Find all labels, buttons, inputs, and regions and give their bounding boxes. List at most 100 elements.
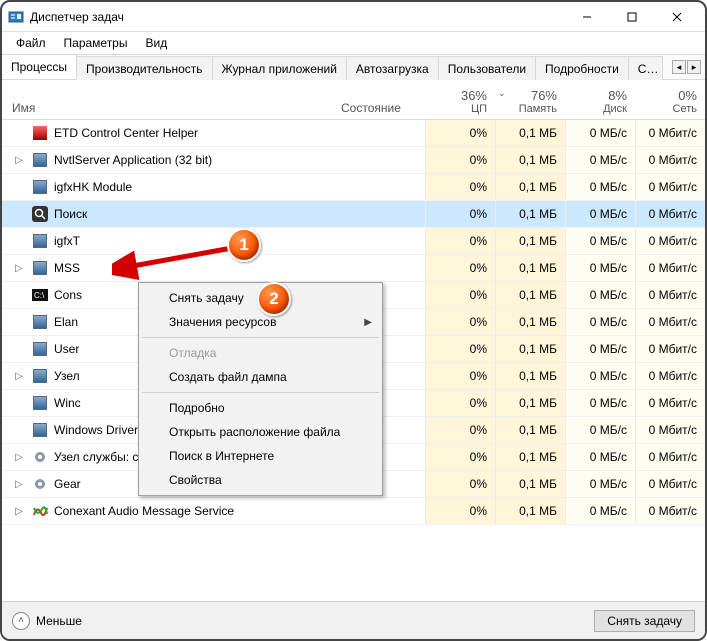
fewer-details-button[interactable]: ˄ Меньше xyxy=(12,612,82,630)
end-task-button[interactable]: Снять задачу xyxy=(594,610,695,632)
tab-startup[interactable]: Автозагрузка xyxy=(347,56,439,80)
process-name: MSS xyxy=(54,261,80,275)
disk-cell: 0 МБ/с xyxy=(565,255,635,281)
memory-cell: 0,1 МБ xyxy=(495,336,565,362)
cpu-percent: 36% xyxy=(434,88,487,103)
cpu-cell: 0% xyxy=(425,282,495,308)
expand-icon[interactable]: ▷ xyxy=(12,479,26,490)
disk-cell: 0 МБ/с xyxy=(565,309,635,335)
context-menu-item[interactable]: Свойства xyxy=(141,468,380,492)
cpu-cell: 0% xyxy=(425,147,495,173)
col-memory[interactable]: ⌄ 76% Память xyxy=(495,80,565,119)
red-shield-icon xyxy=(32,125,48,141)
expand-icon[interactable]: ▷ xyxy=(12,371,26,382)
memory-cell: 0,1 МБ xyxy=(495,255,565,281)
disk-cell: 0 МБ/с xyxy=(565,174,635,200)
net-percent: 0% xyxy=(644,88,697,103)
process-name: Conexant Audio Message Service xyxy=(54,504,234,518)
table-row[interactable]: ETD Control Center Helper0%0,1 МБ0 МБ/с0… xyxy=(2,120,705,147)
col-network[interactable]: 0% Сеть xyxy=(635,80,705,119)
tab-scroll-left[interactable]: ◂ xyxy=(672,60,686,74)
process-name: ETD Control Center Helper xyxy=(54,126,198,140)
table-row[interactable]: igfxT0%0,1 МБ0 МБ/с0 Мбит/с xyxy=(2,228,705,255)
disk-cell: 0 МБ/с xyxy=(565,336,635,362)
disk-cell: 0 МБ/с xyxy=(565,471,635,497)
table-row[interactable]: ▷MSS0%0,1 МБ0 МБ/с0 Мбит/с xyxy=(2,255,705,282)
minimize-button[interactable] xyxy=(564,2,609,31)
menu-file[interactable]: Файл xyxy=(8,34,54,52)
cpu-cell: 0% xyxy=(425,444,495,470)
expand-icon[interactable]: ▷ xyxy=(12,155,26,166)
tab-app-history[interactable]: Журнал приложений xyxy=(213,56,347,80)
process-name: igfxHK Module xyxy=(54,180,132,194)
table-row[interactable]: Поиск0%0,1 МБ0 МБ/с0 Мбит/с xyxy=(2,201,705,228)
blue-app-icon xyxy=(32,233,48,249)
cpu-cell: 0% xyxy=(425,471,495,497)
net-cell: 0 Мбит/с xyxy=(635,255,705,281)
memory-cell: 0,1 МБ xyxy=(495,228,565,254)
process-name: User xyxy=(54,342,79,356)
blue-app-icon xyxy=(32,179,48,195)
disk-cell: 0 МБ/с xyxy=(565,282,635,308)
disk-cell: 0 МБ/с xyxy=(565,120,635,146)
menu-view[interactable]: Вид xyxy=(137,34,175,52)
svg-text:C:\: C:\ xyxy=(34,291,45,300)
gear-icon xyxy=(32,476,48,492)
net-cell: 0 Мбит/с xyxy=(635,336,705,362)
tab-performance[interactable]: Производительность xyxy=(77,56,212,80)
col-name[interactable]: Имя xyxy=(2,80,335,119)
col-disk[interactable]: 8% Диск xyxy=(565,80,635,119)
process-name: Узел xyxy=(54,369,80,383)
console-icon: C:\ xyxy=(32,287,48,303)
tab-scroll-right[interactable]: ▸ xyxy=(687,60,701,74)
process-name: Gear xyxy=(54,477,81,491)
memory-percent: 76% xyxy=(504,88,557,103)
table-row[interactable]: igfxHK Module0%0,1 МБ0 МБ/с0 Мбит/с xyxy=(2,174,705,201)
expand-icon[interactable]: ▷ xyxy=(12,506,26,517)
disk-label: Диск xyxy=(574,103,627,115)
statusbar: ˄ Меньше Снять задачу xyxy=(2,601,705,639)
cpu-cell: 0% xyxy=(425,201,495,227)
annotation-arrow xyxy=(112,242,242,282)
process-name: Winc xyxy=(54,396,81,410)
cpu-cell: 0% xyxy=(425,363,495,389)
context-menu-item[interactable]: Создать файл дампа xyxy=(141,365,380,389)
tab-processes[interactable]: Процессы xyxy=(2,54,77,79)
context-menu-item[interactable]: Подробно xyxy=(141,396,380,420)
tab-strip: Процессы Производительность Журнал прило… xyxy=(2,54,705,80)
process-name: Cons xyxy=(54,288,82,302)
memory-cell: 0,1 МБ xyxy=(495,309,565,335)
process-name: igfxT xyxy=(54,234,80,248)
tab-details[interactable]: Подробности xyxy=(536,56,629,80)
net-cell: 0 Мбит/с xyxy=(635,228,705,254)
net-cell: 0 Мбит/с xyxy=(635,174,705,200)
memory-cell: 0,1 МБ xyxy=(495,471,565,497)
expand-icon[interactable]: ▷ xyxy=(12,452,26,463)
maximize-button[interactable] xyxy=(609,2,654,31)
col-cpu[interactable]: 36% ЦП xyxy=(425,80,495,119)
disk-cell: 0 МБ/с xyxy=(565,390,635,416)
titlebar: Диспетчер задач xyxy=(2,2,705,32)
col-state[interactable]: Состояние xyxy=(335,80,425,119)
menu-options[interactable]: Параметры xyxy=(56,34,136,52)
table-row[interactable]: ▷NvtlServer Application (32 bit)0%0,1 МБ… xyxy=(2,147,705,174)
disk-cell: 0 МБ/с xyxy=(565,417,635,443)
table-row[interactable]: ▷Conexant Audio Message Service0%0,1 МБ0… xyxy=(2,498,705,525)
tab-services-truncated[interactable]: С… xyxy=(629,56,664,80)
disk-cell: 0 МБ/с xyxy=(565,444,635,470)
context-menu-item[interactable]: Значения ресурсов▶ xyxy=(141,310,380,334)
memory-cell: 0,1 МБ xyxy=(495,120,565,146)
tab-users[interactable]: Пользователи xyxy=(439,56,536,80)
context-menu-item[interactable]: Поиск в Интернете xyxy=(141,444,380,468)
context-menu-item[interactable]: Открыть расположение файла xyxy=(141,420,380,444)
task-manager-window: Диспетчер задач Файл Параметры Вид Проце… xyxy=(0,0,707,641)
context-menu: Снять задачуЗначения ресурсов▶ОтладкаСоз… xyxy=(138,282,383,496)
close-button[interactable] xyxy=(654,2,699,31)
memory-cell: 0,1 МБ xyxy=(495,147,565,173)
net-cell: 0 Мбит/с xyxy=(635,471,705,497)
expand-icon[interactable]: ▷ xyxy=(12,263,26,274)
menubar: Файл Параметры Вид xyxy=(2,32,705,54)
net-cell: 0 Мбит/с xyxy=(635,282,705,308)
blue-app-icon xyxy=(32,314,48,330)
cpu-cell: 0% xyxy=(425,120,495,146)
